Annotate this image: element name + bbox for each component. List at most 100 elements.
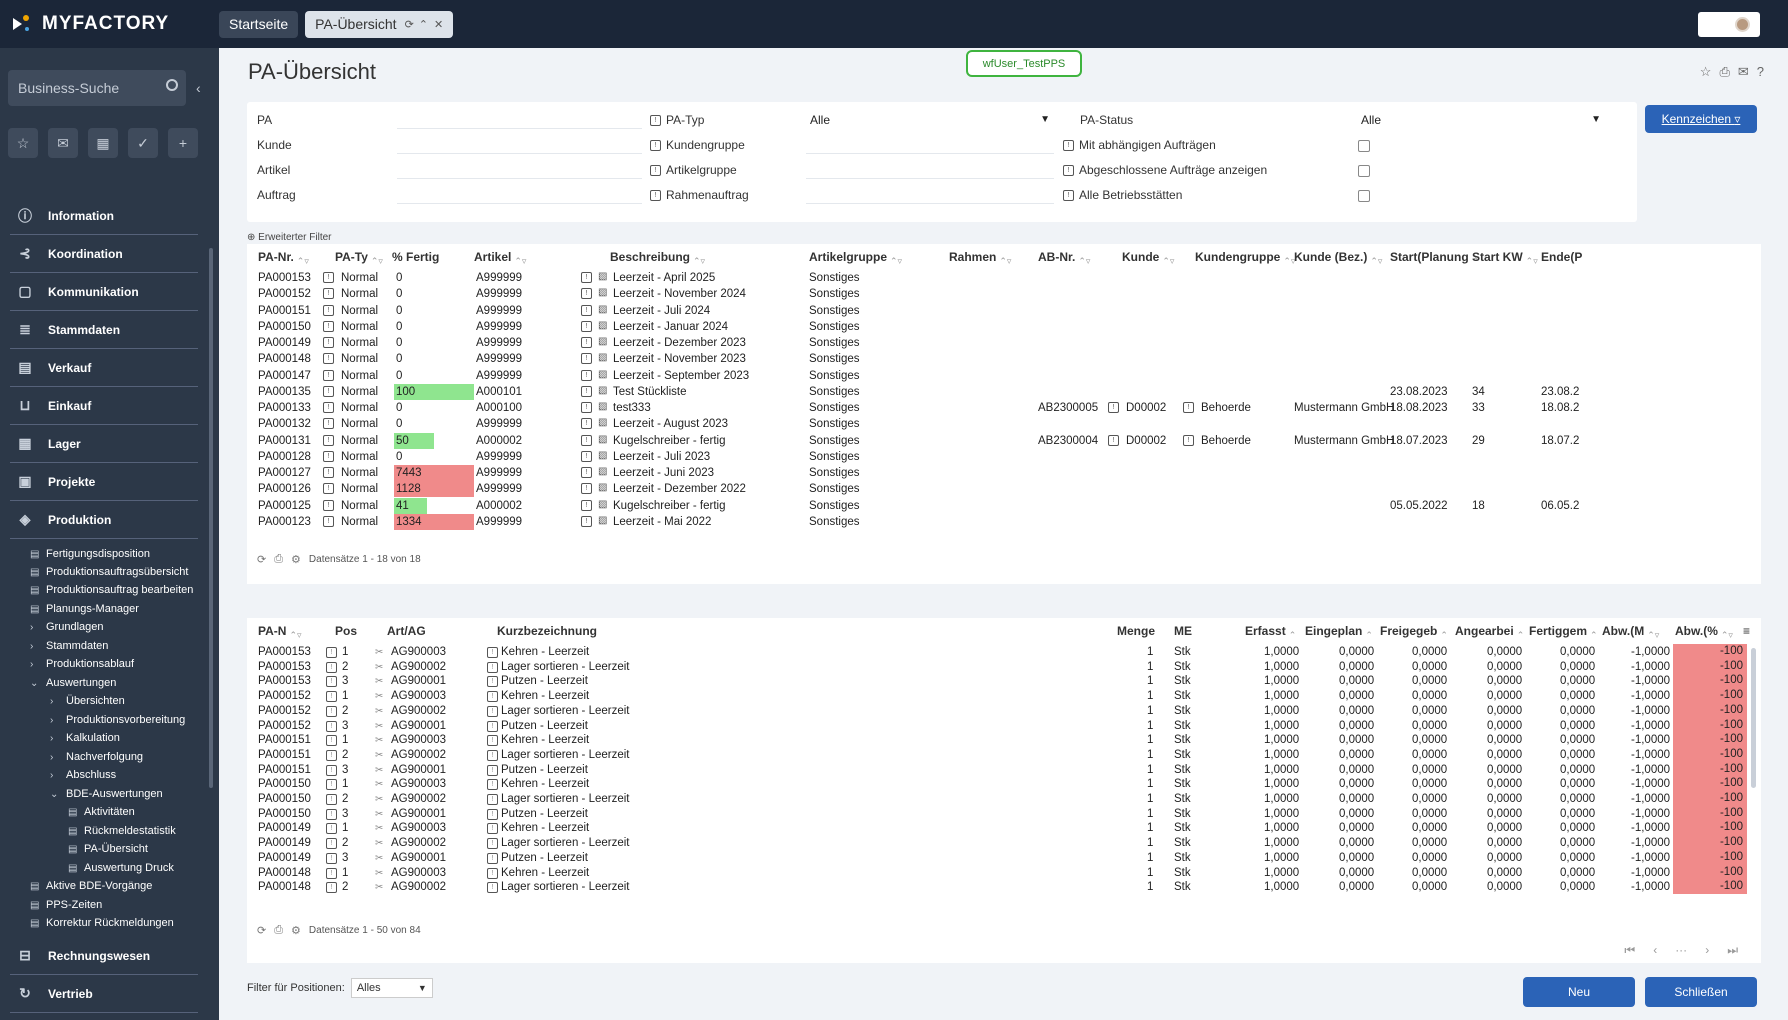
- col-kunde-bez[interactable]: Kunde (Bez.) ⌃▿: [1294, 250, 1382, 266]
- lookup-icon[interactable]: !: [326, 691, 337, 703]
- col-kunde[interactable]: Kunde ⌃▿: [1122, 250, 1174, 266]
- lookup-icon[interactable]: !: [326, 867, 337, 879]
- table-row[interactable]: PA000151! 3 ✂ AG900001! Putzen - Leerzeit 1 St…: [247, 761, 1761, 778]
- lookup-icon[interactable]: !: [581, 450, 592, 462]
- lookup-icon[interactable]: !: [487, 867, 498, 879]
- star-icon[interactable]: ☆: [1700, 64, 1712, 80]
- pa-input[interactable]: [397, 110, 642, 129]
- lookup-icon[interactable]: !: [326, 838, 337, 850]
- artikelgruppe-input[interactable]: [806, 160, 1054, 179]
- lookup-icon[interactable]: !: [323, 337, 334, 348]
- print-icon[interactable]: ⎙: [274, 553, 283, 566]
- tool-icon[interactable]: ✂: [375, 750, 383, 761]
- refresh-icon[interactable]: ⟳: [257, 924, 266, 937]
- col-me[interactable]: ME: [1174, 624, 1192, 638]
- sidebar-scrollbar[interactable]: [209, 248, 213, 788]
- lookup-icon[interactable]: !: [326, 749, 337, 761]
- lookup-icon[interactable]: !: [581, 304, 592, 316]
- sidebar-item-pa-uebersicht[interactable]: ▤ PA-Übersicht: [68, 843, 148, 855]
- lookup-icon[interactable]: !: [323, 272, 334, 283]
- lookup-icon[interactable]: !: [323, 515, 334, 527]
- table-row[interactable]: PA000151! 1 ✂ AG900003! Kehren - Leerzeit 1 St…: [247, 732, 1761, 748]
- lookup-icon[interactable]: !: [581, 337, 592, 348]
- lookup-icon[interactable]: !: [487, 852, 498, 864]
- sidebar-item-stammdaten[interactable]: › Stammdaten: [30, 640, 108, 652]
- lookup-icon[interactable]: !: [326, 779, 337, 791]
- table-row[interactable]: PA000153! 1 ✂ AG900003! Kehren - Leerzeit 1 St…: [247, 644, 1761, 660]
- table-row[interactable]: PA000148! 1 ✂ AG900003! Kehren - Leerzeit 1 St…: [247, 864, 1761, 881]
- tool-icon[interactable]: ✂: [375, 647, 383, 658]
- lookup-icon[interactable]: !: [323, 467, 334, 478]
- brand-logo[interactable]: MYFACTORY: [0, 0, 219, 48]
- lookup-icon[interactable]: !: [323, 385, 334, 397]
- print-icon[interactable]: ⎙: [274, 924, 283, 937]
- nav-vertrieb[interactable]: ↻ Vertrieb: [10, 975, 198, 1013]
- lookup-icon[interactable]: !: [581, 483, 592, 495]
- table-row[interactable]: PA000153! 2 ✂ AG900002! Lager sortieren - Le…: [247, 658, 1761, 675]
- document-icon[interactable]: ▧: [598, 515, 607, 526]
- sidebar-item-uebersichten[interactable]: › Übersichten: [50, 695, 125, 707]
- table-row[interactable]: PA000149! 1 ✂ AG900003! Kehren - Leerzeit 1 St…: [247, 820, 1761, 836]
- lookup-icon[interactable]: !: [1108, 434, 1119, 446]
- table-row[interactable]: PA000153! 3 ✂ AG900001! Putzen - Leerzeit 1 St…: [247, 673, 1761, 689]
- table-row[interactable]: PA000123! Normal 1334 A999999! ▧ Leerzeit - M…: [247, 513, 1761, 531]
- more-pages-icon[interactable]: ···: [1675, 943, 1687, 958]
- sidebar-item-produktionsauftragsuebersicht[interactable]: ▤ Produktionsauftragsübersicht: [30, 566, 188, 578]
- lookup-icon[interactable]: !: [326, 808, 337, 820]
- tool-icon[interactable]: ✂: [375, 676, 383, 687]
- document-icon[interactable]: ▧: [598, 304, 607, 315]
- lookup-icon[interactable]: !: [326, 720, 337, 732]
- lookup-icon[interactable]: !: [326, 676, 337, 688]
- table-row[interactable]: PA000148! 2 ✂ AG900002! Lager sortieren - Le…: [247, 879, 1761, 895]
- lookup-icon[interactable]: !: [326, 661, 337, 673]
- tool-icon[interactable]: ✂: [375, 882, 383, 893]
- sidebar-item-produktionsvorbereitung[interactable]: › Produktionsvorbereitung: [50, 714, 185, 726]
- lookup-icon[interactable]: !: [581, 434, 592, 446]
- nav-einkauf[interactable]: ⊔ Einkauf: [10, 387, 198, 425]
- lookup-icon[interactable]: !: [1183, 402, 1194, 413]
- col-menge[interactable]: Menge: [1117, 624, 1155, 638]
- lookup-icon[interactable]: !: [581, 418, 592, 430]
- gear-icon[interactable]: ⚙: [291, 553, 301, 566]
- mit-abh-checkbox[interactable]: [1358, 140, 1370, 152]
- col-ab-nr[interactable]: AB-Nr. ⌃▿: [1038, 250, 1090, 266]
- sidebar-item-grundlagen[interactable]: › Grundlagen: [30, 621, 104, 633]
- lookup-icon[interactable]: !: [326, 794, 337, 805]
- col-fertig[interactable]: % Fertig: [392, 250, 439, 264]
- add-icon[interactable]: +: [168, 128, 198, 158]
- col-pos[interactable]: Pos: [335, 624, 357, 638]
- kunde-input[interactable]: [397, 135, 642, 154]
- next-page-icon[interactable]: ›: [1705, 943, 1709, 958]
- document-icon[interactable]: ▧: [598, 369, 607, 380]
- chevron-up-icon[interactable]: ⌃: [419, 18, 428, 31]
- col-kurzbezeichnung[interactable]: Kurzbezeichnung: [497, 624, 597, 638]
- col-pa-typ[interactable]: PA-Ty ⌃▿: [335, 250, 383, 266]
- sidebar-item-abschluss[interactable]: › Abschluss: [50, 769, 116, 781]
- sidebar-item-pps-zeiten[interactable]: ▤ PPS-Zeiten: [30, 899, 102, 911]
- document-icon[interactable]: ▧: [598, 417, 607, 428]
- tool-icon[interactable]: ✂: [375, 779, 383, 790]
- tool-icon[interactable]: ✂: [375, 662, 383, 673]
- schliessen-button[interactable]: Schließen: [1645, 977, 1757, 1007]
- lookup-icon[interactable]: !: [326, 823, 337, 835]
- col-artikelgruppe[interactable]: Artikelgruppe ⌃▿: [809, 250, 902, 266]
- refresh-icon[interactable]: ⟳: [257, 553, 266, 566]
- tool-icon[interactable]: ✂: [375, 706, 383, 717]
- lookup-icon[interactable]: !: [487, 647, 498, 658]
- lookup-icon[interactable]: !: [581, 272, 592, 283]
- col-angearbeitet[interactable]: Angearbei ⌃: [1455, 624, 1524, 640]
- document-icon[interactable]: ▧: [598, 450, 607, 461]
- tool-icon[interactable]: ✂: [375, 809, 383, 820]
- artikel-input[interactable]: [397, 160, 642, 179]
- table-row[interactable]: PA000149! 3 ✂ AG900001! Putzen - Leerzeit 1 St…: [247, 849, 1761, 866]
- document-icon[interactable]: ▧: [598, 271, 607, 282]
- table-row[interactable]: PA000149! 2 ✂ AG900002! Lager sortieren - Le…: [247, 835, 1761, 851]
- lookup-icon[interactable]: !: [323, 450, 334, 462]
- task-check-icon[interactable]: ✓: [128, 128, 158, 158]
- table-row[interactable]: PA000150! 3 ✂ AG900001! Putzen - Leerzeit 1 St…: [247, 805, 1761, 822]
- col-ende[interactable]: Ende(P: [1541, 250, 1582, 264]
- auftrag-input[interactable]: [397, 185, 642, 204]
- lookup-icon[interactable]: !: [323, 353, 334, 365]
- lookup-icon[interactable]: !: [326, 735, 337, 747]
- lookup-icon[interactable]: !: [581, 402, 592, 413]
